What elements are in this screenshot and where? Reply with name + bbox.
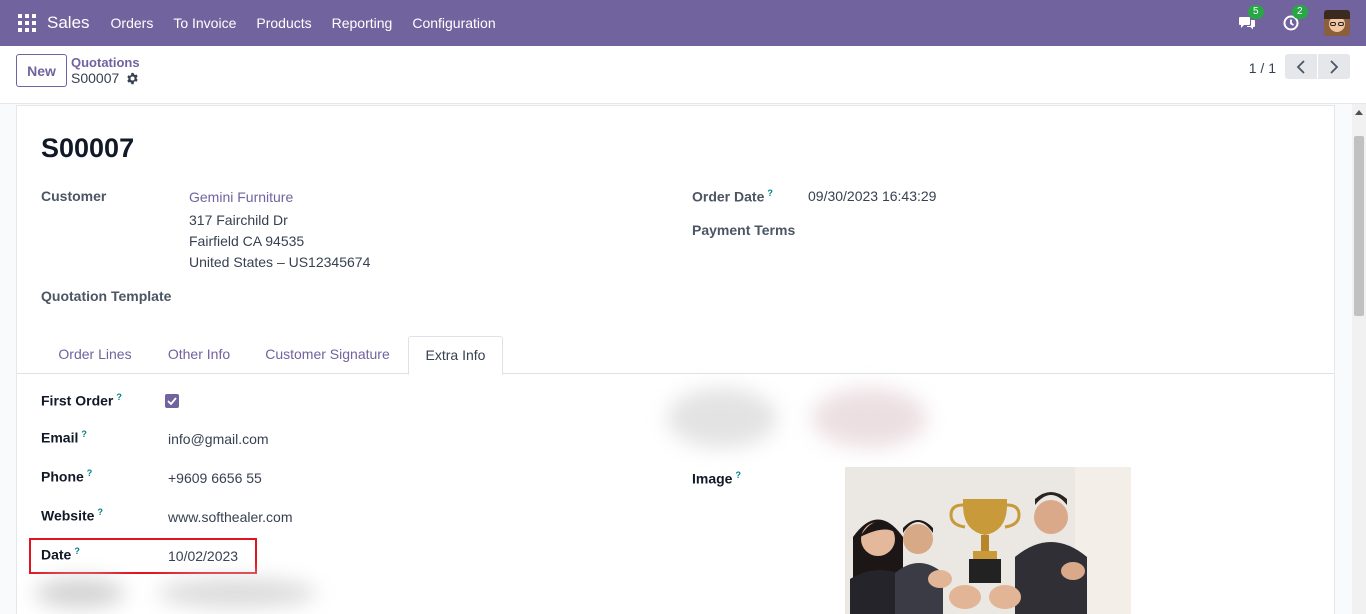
image-label-text: Image xyxy=(692,470,733,487)
tooltip-icon[interactable]: ? xyxy=(97,507,103,517)
menu-orders[interactable]: Orders xyxy=(111,15,154,31)
quotation-template-label: Quotation Template xyxy=(41,288,172,304)
blurred-region xyxy=(667,388,777,448)
notebook-tabs: Order Lines Other Info Customer Signatur… xyxy=(17,336,1334,375)
scroll-up-arrow[interactable] xyxy=(1355,110,1363,115)
phone-label: Phone? xyxy=(41,468,92,485)
menu-reporting[interactable]: Reporting xyxy=(332,15,393,31)
date-highlight-box xyxy=(29,538,257,574)
record-image[interactable] xyxy=(845,467,1131,614)
menu-products[interactable]: Products xyxy=(256,15,311,31)
new-button[interactable]: New xyxy=(16,54,67,87)
tooltip-icon[interactable]: ? xyxy=(116,392,122,402)
tooltip-icon[interactable]: ? xyxy=(767,188,773,198)
user-avatar[interactable] xyxy=(1324,10,1350,36)
record-title: S00007 xyxy=(41,133,135,163)
customer-link[interactable]: Gemini Furniture xyxy=(189,189,293,205)
tooltip-icon[interactable]: ? xyxy=(735,470,741,480)
image-label: Image? xyxy=(692,470,741,487)
menu-to-invoice[interactable]: To Invoice xyxy=(173,15,236,31)
website-label: Website? xyxy=(41,507,103,524)
first-order-checkbox[interactable] xyxy=(165,394,179,408)
tooltip-icon[interactable]: ? xyxy=(87,468,93,478)
chevron-left-icon[interactable] xyxy=(1285,54,1317,79)
activities-badge: 2 xyxy=(1292,5,1308,19)
tab-customer-signature[interactable]: Customer Signature xyxy=(251,336,404,374)
blurred-region xyxy=(812,388,927,448)
breadcrumb-current-label: S00007 xyxy=(71,70,120,86)
gear-icon[interactable] xyxy=(126,72,139,85)
pager-buttons xyxy=(1285,54,1350,79)
tab-extra-info[interactable]: Extra Info xyxy=(408,336,503,375)
payment-terms-label: Payment Terms xyxy=(692,222,796,238)
vertical-scrollbar[interactable] xyxy=(1352,104,1366,614)
scroll-thumb[interactable] xyxy=(1354,136,1364,316)
customer-address-line2: Fairfield CA 94535 xyxy=(189,233,305,249)
order-date-value[interactable]: 09/30/2023 16:43:29 xyxy=(808,188,936,204)
app-brand[interactable]: Sales xyxy=(47,13,90,33)
phone-label-text: Phone xyxy=(41,468,84,485)
website-label-text: Website xyxy=(41,507,95,524)
menu-configuration[interactable]: Configuration xyxy=(412,15,495,31)
apps-grid-icon[interactable] xyxy=(18,14,36,32)
tab-order-lines[interactable]: Order Lines xyxy=(43,336,147,374)
chat-icon[interactable]: 5 xyxy=(1236,5,1264,34)
chevron-right-icon[interactable] xyxy=(1318,54,1350,79)
customer-address-line1: 317 Fairchild Dr xyxy=(189,212,288,228)
customer-label: Customer xyxy=(41,188,107,204)
tab-other-info[interactable]: Other Info xyxy=(151,336,247,374)
clock-icon[interactable]: 2 xyxy=(1280,5,1308,34)
blurred-region xyxy=(35,578,125,608)
website-value[interactable]: www.softhealer.com xyxy=(168,509,293,525)
email-label: Email? xyxy=(41,429,87,446)
email-label-text: Email xyxy=(41,429,79,446)
first-order-label-text: First Order xyxy=(41,392,114,409)
email-value[interactable]: info@gmail.com xyxy=(168,431,269,447)
order-date-label: Order Date? xyxy=(692,188,773,205)
first-order-label: First Order? xyxy=(41,392,122,409)
control-panel: New Quotations S00007 1 / 1 xyxy=(0,46,1366,104)
breadcrumb-current: S00007 xyxy=(71,70,139,86)
messages-badge: 5 xyxy=(1248,5,1264,19)
form-sheet: S00007 Customer Gemini Furniture 317 Fai… xyxy=(16,105,1335,614)
systray: 5 2 xyxy=(1236,0,1350,46)
phone-value[interactable]: +9609 6656 55 xyxy=(168,470,262,486)
top-navbar: Sales Orders To Invoice Products Reporti… xyxy=(0,0,1366,46)
breadcrumb-quotations[interactable]: Quotations xyxy=(71,55,140,70)
tooltip-icon[interactable]: ? xyxy=(81,429,87,439)
pager-value[interactable]: 1 / 1 xyxy=(1249,60,1276,76)
order-date-label-text: Order Date xyxy=(692,188,765,205)
customer-address-line3: United States – US12345674 xyxy=(189,254,371,270)
blurred-region xyxy=(157,578,317,608)
